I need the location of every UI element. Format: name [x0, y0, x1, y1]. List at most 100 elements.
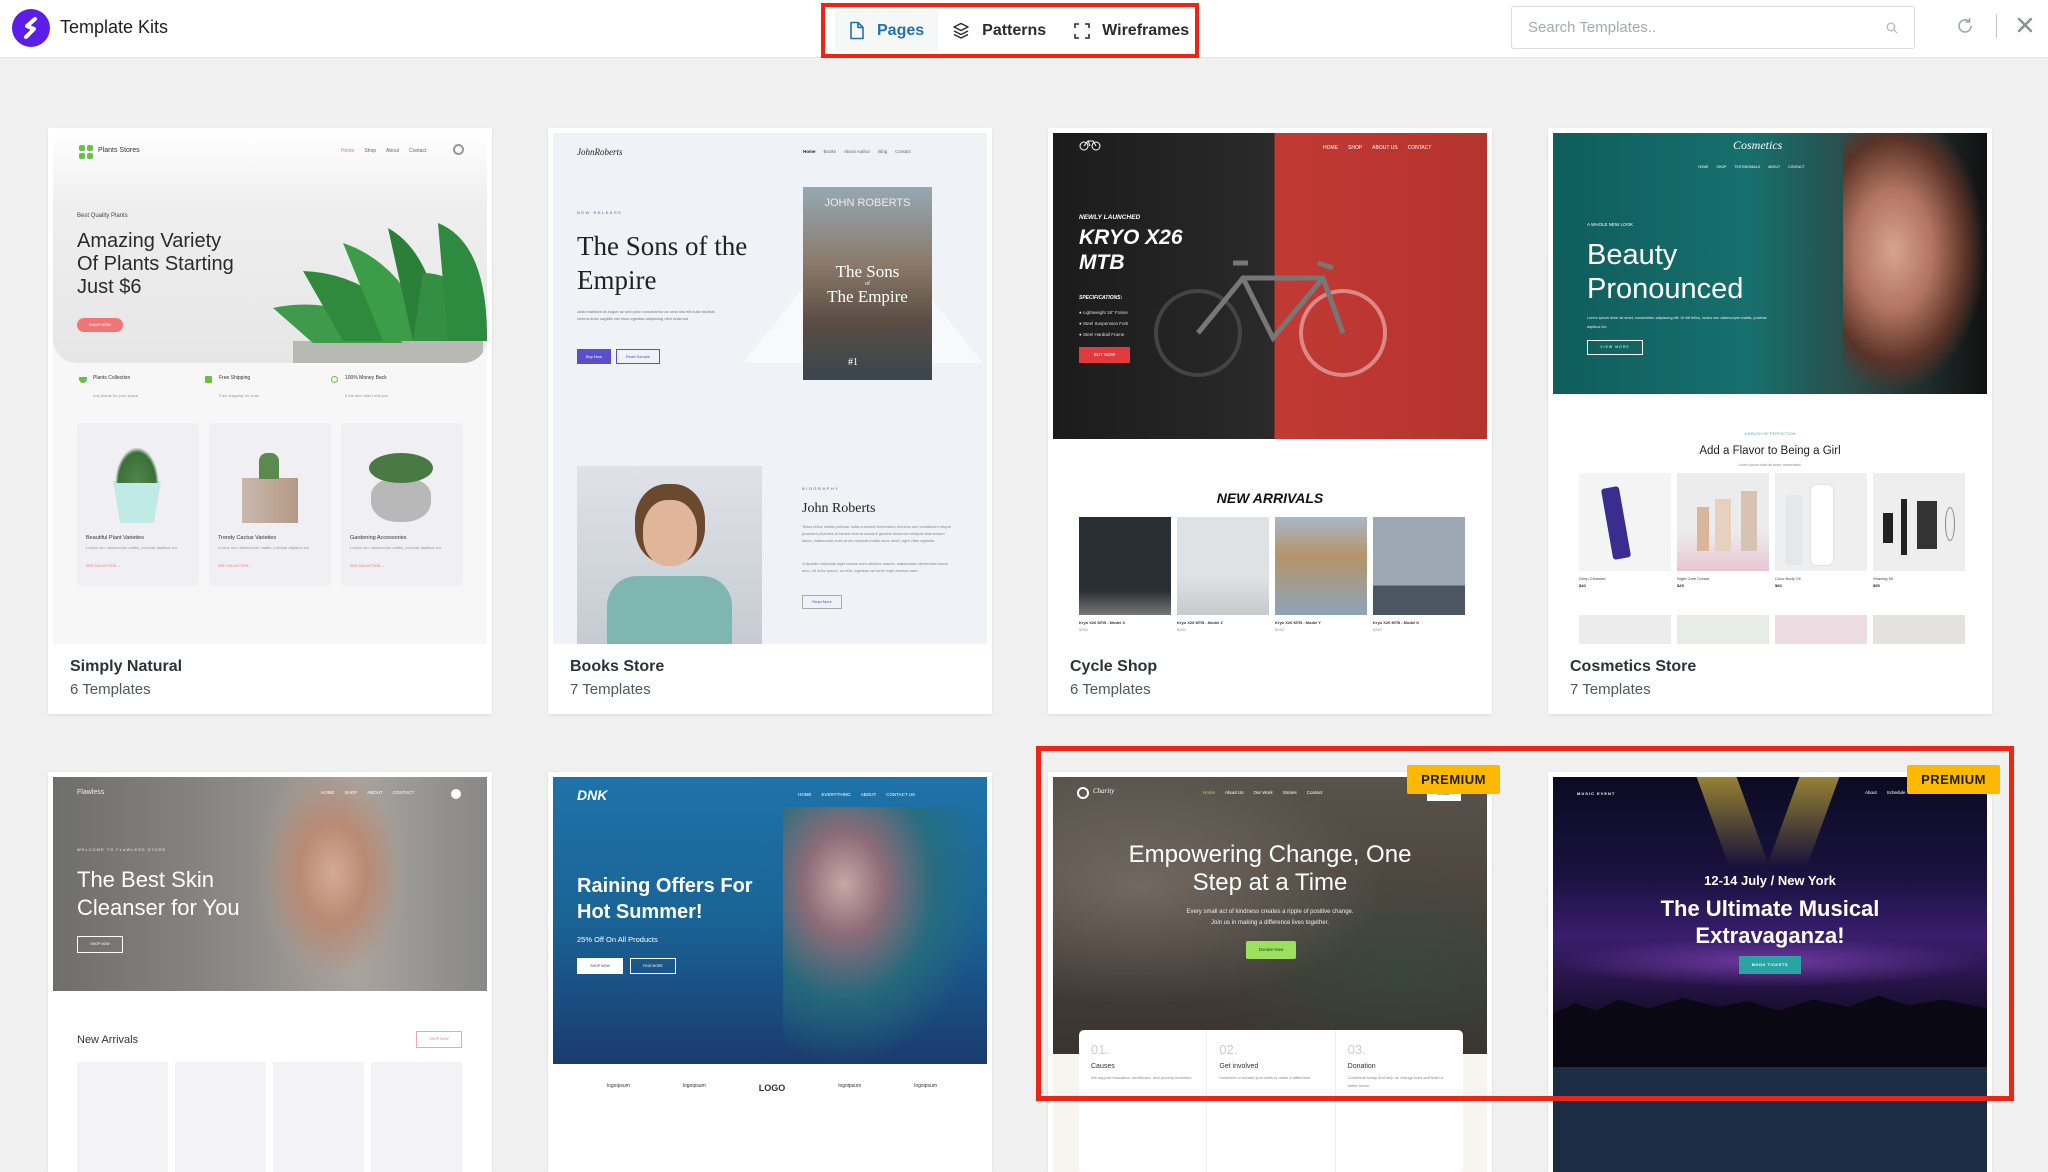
search-box: [1511, 6, 1915, 49]
preview-heading: The Sons of the Empire: [577, 229, 747, 297]
moss-image: [369, 453, 433, 483]
bio-text: Tellus tellus mattis pulvinar nulla euis…: [802, 524, 951, 543]
product-image: [1775, 473, 1867, 571]
product-tile: Coco Body Oil $60: [1775, 473, 1867, 588]
refund-icon: [331, 376, 338, 383]
preview-hero: Charity Home About Us Our Work Stories C…: [1053, 777, 1487, 1054]
product-image: [1677, 473, 1769, 571]
cactus-image: [259, 453, 279, 479]
kit-preview: Cosmetics HOME SHOP TESTIMONIALS ABOUT C…: [1553, 133, 1987, 644]
kit-preview: JohnRoberts Home Books About Author Blog…: [553, 133, 987, 644]
preview-cta: VIEW MORE: [1587, 340, 1643, 355]
crowd-silhouette: [1553, 995, 1987, 1067]
page-icon: [850, 21, 864, 40]
preview-hero: DNK HOME EVERYTHING ABOUT CONTACT US Rai…: [553, 777, 987, 1064]
close-button[interactable]: [2016, 16, 2034, 39]
product-name: Kryo X26 MTB - Model K: [1373, 620, 1420, 625]
heading-line: Cleanser for You: [77, 895, 240, 920]
preview-brand: Charity: [1093, 787, 1115, 795]
product-image: [77, 1062, 168, 1172]
frame-corners-icon: [1074, 22, 1090, 39]
product-image: [1775, 615, 1867, 644]
kit-meta: Simply Natural 6 Templates: [48, 644, 492, 714]
nav-item: HOME: [1323, 145, 1338, 151]
spec-item: Steel Hardtail Frame: [1082, 332, 1125, 337]
product-price: $55: [1873, 583, 1880, 588]
partner-logo: LOGO: [758, 1083, 786, 1093]
product-price: $350: [1275, 627, 1284, 632]
feature-title: Plants Collection: [93, 375, 131, 381]
spec-item: Lightweight 18" Frame: [1082, 310, 1128, 315]
preview-eyebrow: NEW RELEASE: [577, 210, 623, 215]
shirt-shape: [607, 576, 732, 644]
product-image: [1873, 615, 1965, 644]
product-tile: Gardening Accessories Luctus nec ullamco…: [341, 423, 463, 586]
kit-card-dnk[interactable]: DNK HOME EVERYTHING ABOUT CONTACT US Rai…: [548, 772, 992, 1172]
feature-item: 02. Get involved Volunteer or donate you…: [1207, 1030, 1336, 1172]
kit-preview: Plants Stores Home Shop About Contact Be…: [53, 133, 487, 644]
kit-card-charity[interactable]: PREMIUM Charity Home About Us Our Work S…: [1048, 765, 1500, 1172]
search-icon[interactable]: [1886, 22, 1898, 34]
tab-wireframes[interactable]: Wireframes: [1060, 10, 1203, 52]
product-price: $40: [1579, 583, 1586, 588]
preview-heading: Amazing Variety Of Plants Starting Just …: [77, 230, 234, 299]
product-image: [1275, 517, 1367, 615]
kit-template-count: 6 Templates: [70, 681, 151, 698]
kit-title: Books Store: [570, 658, 665, 675]
body-line: Every small act of kindness creates a ri…: [1186, 909, 1354, 915]
bicycle-image: [1154, 260, 1387, 377]
feature-sub: Any plants for your space: [93, 393, 139, 398]
premium-badge: PREMIUM: [1407, 765, 1500, 794]
product-name: Kryo X26 MTB - Model Y: [1275, 620, 1321, 625]
refresh-button[interactable]: [1955, 16, 1975, 41]
nav-item: Contact: [895, 149, 911, 154]
feature-title: Causes: [1091, 1063, 1115, 1070]
preview-cta: SHOP NOW: [77, 936, 123, 953]
plants-logo-icon: [79, 145, 93, 159]
kit-card-cycle-shop[interactable]: HOME SHOP ABOUT US CONTACT NEWLY LAUNCHE…: [1048, 128, 1492, 714]
kit-card-cosmetics-store[interactable]: Cosmetics HOME SHOP TESTIMONIALS ABOUT C…: [1548, 128, 1992, 714]
product-image: [1873, 473, 1965, 571]
partner-logo: logoipsum: [838, 1083, 862, 1089]
gift-icon: [205, 376, 212, 383]
product-row: Deep Cleanser $40 Night Care Cream $25 Coc…: [1579, 473, 1971, 588]
cover-badge: #1: [848, 357, 858, 368]
product-title: Beautiful Plant Varieties: [86, 535, 144, 541]
heading-line: The Sons of the: [577, 231, 748, 261]
preview-heading: The Ultimate Musical Extravaganza!: [1553, 895, 1987, 949]
body-line: Join us in making a difference lives tog…: [1211, 920, 1329, 926]
kit-card-flawless[interactable]: Flawless HOME SHOP ABOUT CONTACT WELCOME…: [48, 772, 492, 1172]
product-tile: Trendy Cactus Varieties Luctus nec ullam…: [209, 423, 331, 586]
tab-pages-label: Pages: [877, 21, 925, 39]
partner-logo: logoipsum: [607, 1083, 630, 1089]
section-title: Add a Flavor to Being a Girl: [1699, 445, 1841, 457]
preview-nav: HOME EVERYTHING ABOUT CONTACT US: [798, 792, 915, 797]
premium-highlight-frame-bottom: [1036, 1096, 2014, 1101]
product-price: $25: [1677, 583, 1684, 588]
feature-sub: If the item didn't suit you: [345, 393, 389, 398]
tab-patterns[interactable]: Patterns: [938, 10, 1060, 52]
preview-brand: DNK: [577, 787, 608, 803]
product-tile: Kryo X26 MTB - Model K $350: [1373, 517, 1465, 632]
product-image: [1373, 517, 1465, 615]
spec-list: ● Lightweight 18" Frame ● Steel Suspensi…: [1079, 310, 1129, 337]
heading-line: Of Plants Starting: [77, 253, 234, 275]
heading-line: Hot Summer!: [577, 901, 703, 923]
spec-item: Steel Suspension Fork: [1082, 321, 1129, 326]
model-image: [253, 777, 413, 991]
tab-pages[interactable]: Pages: [835, 9, 939, 52]
preview-hero: HOME SHOP ABOUT US CONTACT NEWLY LAUNCHE…: [1053, 133, 1487, 439]
kit-card-simply-natural[interactable]: Plants Stores Home Shop About Contact Be…: [48, 128, 492, 714]
author-photo: [577, 466, 762, 644]
product-name: Shaving Kit: [1873, 576, 1894, 581]
refresh-icon: [1958, 18, 1972, 33]
kit-meta: Cycle Shop 6 Templates: [1048, 644, 1492, 714]
search-input[interactable]: [1528, 19, 1886, 36]
kit-card-books-store[interactable]: JohnRoberts Home Books About Author Blog…: [548, 128, 992, 714]
preview-brand: Cosmetics: [1733, 138, 1783, 152]
book-cover: JOHN ROBERTS The Sons of The Empire #1: [803, 187, 932, 380]
kit-card-music-event[interactable]: PREMIUM MUSIC EVENT About Schedule Artis…: [1548, 765, 2000, 1172]
product-image: [371, 1062, 462, 1172]
preview-brand: Plants Stores: [98, 147, 140, 154]
section-cta: SHOP NOW: [416, 1031, 462, 1048]
